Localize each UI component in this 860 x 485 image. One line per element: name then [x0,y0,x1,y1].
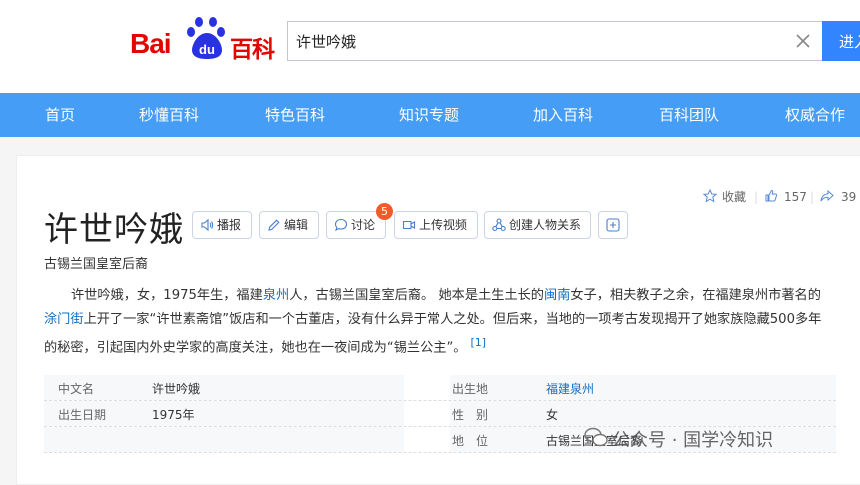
shares-count: 39 [841,190,857,204]
nav-item-topics[interactable]: 知识专题 [399,93,459,137]
summary-text-3: 女子，相夫教子之余，在福建泉州市著名的 [570,288,821,303]
info-key: 出生地 [452,382,489,396]
info-value: 1975年 [152,408,195,422]
entry-summary: 许世吟娥，女，1975年生，福建泉州人，古锡兰国皇室后裔。 她本是土生土长的闽南… [44,284,834,360]
info-value-link[interactable]: 福建泉州 [546,380,594,397]
divider: | [754,190,759,204]
divider: | [810,190,815,204]
create-relation-label: 创建人物关系 [509,218,582,232]
entry-subtitle: 古锡兰国皇室后裔 [44,257,149,272]
link-quanzhou[interactable]: 泉州 [263,288,289,303]
main-nav: 首页 秒懂百科 特色百科 知识专题 加入百科 百科团队 权威合作 [0,93,860,137]
create-relation-button[interactable]: 创建人物关系 [484,211,591,239]
page-title: 许世吟娥 [44,210,184,250]
top-header: Bai du 百科 进入 [0,0,860,93]
info-key: 性 别 [452,408,489,422]
search-input[interactable] [296,22,776,60]
add-button[interactable] [598,211,628,239]
speaker-icon [201,218,214,232]
upload-video-button[interactable]: 上传视频 [394,211,478,239]
broadcast-label: 播报 [217,218,242,232]
logo-text-baike: 百科 [230,37,275,63]
edit-button[interactable]: 编辑 [259,211,319,239]
nav-item-miaodong[interactable]: 秒懂百科 [139,93,199,137]
enter-button[interactable]: 进入 [822,21,860,61]
baidu-baike-logo[interactable]: Bai du 百科 [130,16,280,63]
link-minnan[interactable]: 闽南 [544,288,570,303]
table-row: 出生日期 1975年 性 别 女 [44,401,836,427]
edit-label: 编辑 [284,218,309,232]
summary-text-1: 许世吟娥，女，1975年生，福建 [71,288,263,303]
logo-text-bai: Bai [130,28,172,59]
summary-text-4: 上开了一家“许世素斋馆”饭店和一个古董店，没有什么异于常人之处。但后来，当地的一… [44,311,822,356]
info-key: 出生日期 [58,408,107,422]
nav-item-featured[interactable]: 特色百科 [265,93,325,137]
relation-network-icon [492,218,506,232]
upload-video-label: 上传视频 [419,218,468,232]
likes-count: 157 [784,190,807,204]
clear-icon[interactable] [794,32,812,50]
nav-item-authority[interactable]: 权威合作 [785,93,845,137]
thumbs-up-icon[interactable] [764,189,778,203]
collect-label[interactable]: 收藏 [722,188,746,206]
nav-item-home[interactable]: 首页 [45,93,75,137]
reference-1[interactable]: [1] [470,336,486,349]
info-value: 许世吟娥 [152,382,201,396]
nav-item-team[interactable]: 百科团队 [659,93,719,137]
video-camera-icon [402,220,416,230]
link-tumen-street[interactable]: 涂门街 [44,312,84,327]
info-key: 中文名 [58,382,95,396]
paw-icon: du [187,17,225,59]
info-value: 女 [546,408,559,422]
wechat-icon [584,427,608,447]
discuss-count-badge: 5 [376,203,393,220]
search-box [287,21,822,61]
table-row: 中文名 许世吟娥 出生地 福建泉州 [44,375,836,401]
logo-text-du: du [199,42,215,57]
nav-item-join[interactable]: 加入百科 [533,93,593,137]
share-icon[interactable] [820,189,834,203]
star-icon[interactable] [703,189,717,203]
info-key: 地 位 [452,434,489,448]
chat-bubble-icon [334,218,348,232]
pencil-icon [268,219,280,231]
broadcast-button[interactable]: 播报 [192,211,252,239]
watermark: 公众号 · 国学冷知识 [612,430,774,451]
summary-text-2: 人，古锡兰国皇室后裔。 她本是土生土长的 [289,288,544,303]
plus-icon [606,218,620,232]
discuss-label: 讨论 [351,218,376,232]
